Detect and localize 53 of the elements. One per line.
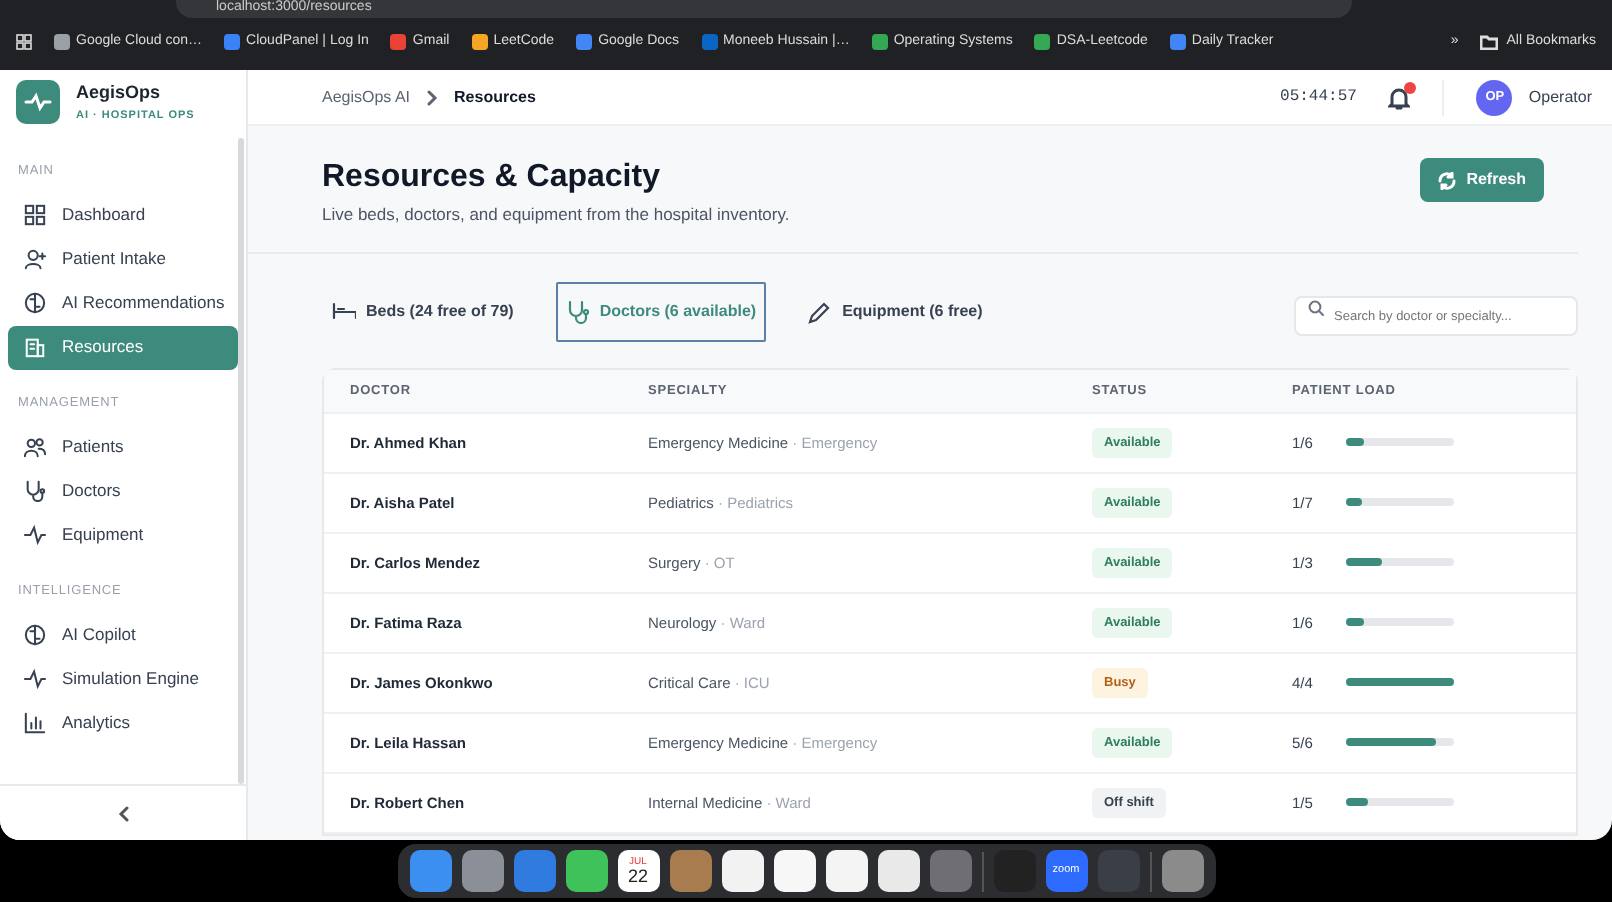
nav-item[interactable]: Resources [8, 325, 238, 370]
nav-item[interactable]: Analytics [8, 700, 238, 745]
bookmark-favicon-icon [1034, 34, 1051, 50]
bookmark-favicon-icon [224, 34, 241, 50]
folder-icon [1480, 34, 1499, 50]
bookmark-favicon-icon [390, 34, 407, 50]
chevron-right-icon [426, 89, 439, 105]
bell-icon[interactable] [1388, 85, 1411, 109]
nav-item[interactable]: Dashboard [8, 193, 238, 238]
brand-name: AegisOps [76, 80, 163, 107]
tab[interactable]: Beds (24 free of 79) [322, 281, 524, 342]
grid-icon [24, 204, 46, 227]
person-plus-icon [24, 248, 46, 271]
logo-icon [16, 80, 60, 124]
nav-item[interactable]: AI Copilot [8, 612, 238, 657]
clock-time: 05:44:57 [1280, 85, 1357, 109]
pencil-icon [808, 299, 833, 324]
bookmark-favicon-icon [54, 34, 70, 50]
app-icon[interactable] [877, 850, 919, 892]
pulse-icon [24, 524, 46, 546]
app-icon[interactable] [773, 850, 815, 892]
nav-item[interactable]: Patients [8, 425, 238, 469]
breadcrumb-link[interactable]: AegisOps AI [322, 85, 411, 109]
user-name: Operator [1528, 85, 1592, 109]
nav-item[interactable]: AI Recommendations [8, 281, 238, 326]
apps-grid-icon[interactable] [16, 34, 32, 50]
page-title: Resources & Capacity [322, 158, 662, 197]
refresh-button[interactable]: Refresh [1420, 158, 1544, 202]
bar-chart-icon [24, 711, 46, 734]
bed-icon [332, 299, 356, 324]
stethoscope-icon [565, 299, 590, 324]
nav-item[interactable]: Simulation Engine [8, 656, 238, 701]
refresh-icon [1438, 171, 1457, 189]
pulse-icon [24, 667, 46, 690]
tab[interactable]: Doctors (6 available) [555, 281, 767, 342]
nav-item[interactable]: Equipment [8, 513, 238, 557]
nav-item[interactable]: Doctors [8, 469, 238, 513]
bookmark-favicon-icon [871, 34, 888, 50]
people-icon [24, 436, 46, 458]
bookmark-favicon-icon [471, 34, 488, 50]
bookmark-favicon-icon [701, 34, 718, 50]
bookmark-favicon-icon [576, 34, 593, 50]
page-subtitle: Live beds, doctors, and equipment from the hospital inventory. [322, 202, 790, 228]
app-icon[interactable] [565, 850, 607, 892]
stethoscope-icon [24, 480, 46, 502]
tab[interactable]: Equipment (6 free) [798, 281, 993, 342]
bookmark-favicon-icon [1169, 34, 1186, 50]
nav-item[interactable]: Patient Intake [8, 237, 238, 282]
breadcrumb-current: Resources [454, 85, 536, 109]
building-icon [24, 336, 46, 359]
chevron-left-icon[interactable] [117, 805, 129, 821]
app-icon[interactable] [825, 850, 867, 892]
app-icon[interactable] [721, 850, 763, 892]
